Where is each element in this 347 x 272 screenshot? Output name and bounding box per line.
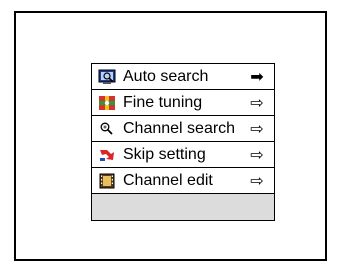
- search-icon: [98, 121, 116, 137]
- menu-empty-row: [92, 194, 274, 220]
- menu-item-label: Fine tuning: [123, 93, 203, 111]
- arrow-right-icon: ➡: [250, 66, 264, 86]
- setup-menu: Auto search ➡ Fine tuning ⇨ Channel sear…: [91, 63, 275, 221]
- menu-item-label: Channel search: [123, 119, 236, 137]
- menu-item-label: Channel edit: [123, 171, 213, 189]
- arrow-right-outline-icon: ⇨: [250, 170, 264, 190]
- menu-item-skip-setting[interactable]: Skip setting ⇨: [92, 142, 274, 168]
- tv-screen-frame: Auto search ➡ Fine tuning ⇨ Channel sear…: [14, 11, 327, 261]
- menu-item-auto-search[interactable]: Auto search ➡: [92, 64, 274, 90]
- menu-item-label: Auto search: [123, 67, 209, 85]
- magnifier-screen-icon: [98, 69, 116, 85]
- arrow-right-outline-icon: ⇨: [250, 92, 264, 112]
- film-edit-icon: [98, 173, 116, 189]
- skip-arrow-icon: [98, 147, 116, 163]
- menu-item-label: Skip setting: [123, 145, 206, 163]
- menu-item-channel-search[interactable]: Channel search ⇨: [92, 116, 274, 142]
- tuning-cross-icon: [98, 95, 116, 111]
- menu-item-channel-edit[interactable]: Channel edit ⇨: [92, 168, 274, 194]
- arrow-right-outline-icon: ⇨: [250, 118, 264, 138]
- arrow-right-outline-icon: ⇨: [250, 144, 264, 164]
- menu-item-fine-tuning[interactable]: Fine tuning ⇨: [92, 90, 274, 116]
